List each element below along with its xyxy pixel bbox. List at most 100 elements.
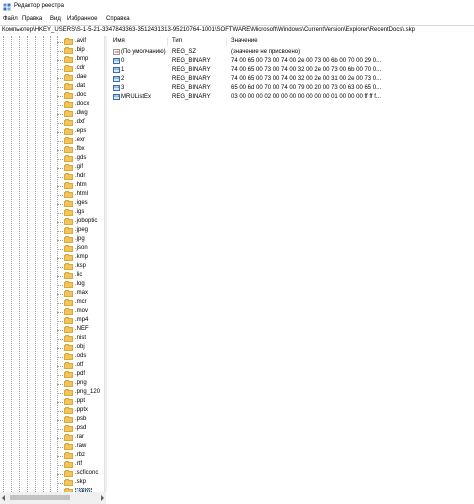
folder-icon <box>64 281 73 288</box>
tree-branch-line <box>57 141 63 142</box>
tree-branch-line <box>57 483 63 484</box>
tree-branch-line <box>57 177 63 178</box>
value-data: 65 00 6d 00 70 00 74 00 79 00 20 00 73 0… <box>231 85 382 91</box>
tree-branch-line <box>57 438 63 439</box>
tree-branch-line <box>57 393 63 394</box>
tree-item-label: .ods <box>75 353 87 359</box>
tree-branch-line <box>57 78 63 79</box>
tree-item-label: .png <box>75 380 87 386</box>
folder-icon <box>64 290 73 297</box>
tree-item-label: .joboptic <box>75 218 98 224</box>
column-separator[interactable] <box>226 38 227 46</box>
tree-item-label: .eps <box>75 128 87 134</box>
tree-item-label: .bip <box>75 47 85 53</box>
tree-branch-line <box>57 339 63 340</box>
tree-branch-line <box>57 150 63 151</box>
folder-icon <box>64 398 73 405</box>
address-path[interactable]: Компьютер\HKEY_USERS\S-1-5-21-3347843363… <box>2 27 415 33</box>
value-row[interactable]: MRUListEx REG_BINARY 03 00 00 00 02 00 00 … <box>107 93 474 102</box>
registry-editor-icon <box>3 3 11 11</box>
tree-branch-line <box>57 366 63 367</box>
folder-icon <box>64 65 73 72</box>
tree-item-label: .rbz <box>75 452 86 458</box>
folder-icon <box>64 452 73 459</box>
value-data: 74 00 65 00 73 00 74 00 32 00 2e 00 73 0… <box>231 67 382 73</box>
scroll-right-icon[interactable] <box>101 495 104 501</box>
registry-tree[interactable]: .avif .bip .bmp .cdr .dae .dat .doc .docx .dwg .d… <box>0 36 104 492</box>
folder-icon <box>64 218 73 225</box>
tree-item-label: .lic <box>75 272 83 278</box>
value-data: 03 00 00 00 02 00 00 00 00 00 00 00 01 0… <box>231 94 381 100</box>
tree-item-label: .nist <box>75 335 87 341</box>
tree-item-label: .dxf <box>75 119 85 125</box>
values-list[interactable]: Имя Тип Значение (По умолчанию) REG_SZ (зн… <box>107 36 474 504</box>
value-row[interactable]: (По умолчанию) REG_SZ (значение не присвое… <box>107 48 474 57</box>
column-header-type[interactable]: Тип <box>172 38 182 44</box>
folder-icon <box>64 362 73 369</box>
menu-file[interactable]: Файл <box>3 16 18 22</box>
scroll-left-icon[interactable] <box>2 495 5 501</box>
menu-help[interactable]: Справка <box>106 16 130 22</box>
tree-branch-line <box>57 429 63 430</box>
tree-item-label: .docx <box>75 101 90 107</box>
menu-edit[interactable]: Правка <box>22 16 42 22</box>
tree-item-label: .png_120 <box>75 389 101 395</box>
binary-value-icon <box>113 76 120 82</box>
tree-branch-line <box>57 213 63 214</box>
value-name: 3 <box>121 85 125 91</box>
tree-branch-line <box>57 186 63 187</box>
tree-branch-line <box>57 312 63 313</box>
tree-item-label: .iges <box>75 200 88 206</box>
value-name: MRUListEx <box>121 94 152 100</box>
tree-guide-line <box>11 36 12 492</box>
tree-item-label: .obj <box>75 344 85 350</box>
value-row[interactable]: 1 REG_BINARY 74 00 65 00 73 00 74 00 32 00… <box>107 66 474 75</box>
tree-item-label: .fbx <box>75 146 85 152</box>
folder-icon <box>64 56 73 63</box>
column-separator[interactable] <box>167 38 168 46</box>
tree-branch-line <box>57 474 63 475</box>
column-header-name[interactable]: Имя <box>113 38 125 44</box>
menu-view[interactable]: Вид <box>50 16 61 22</box>
tree-item-label: .gif <box>75 164 84 170</box>
menu-favorites[interactable]: Избранное <box>67 16 97 22</box>
tree-branch-line <box>57 456 63 457</box>
folder-icon <box>64 326 73 333</box>
title-bar[interactable]: Редактор реестра <box>0 0 474 14</box>
folder-icon <box>64 155 73 162</box>
value-row[interactable]: 2 REG_BINARY 74 00 65 00 73 00 74 00 32 00… <box>107 75 474 84</box>
tree-branch-line <box>57 285 63 286</box>
value-name: 2 <box>121 76 125 82</box>
value-row[interactable]: 3 REG_BINARY 65 00 6d 00 70 00 74 00 79 00… <box>107 84 474 93</box>
binary-value-icon <box>113 94 120 100</box>
tree-branch-line <box>57 402 63 403</box>
folder-icon <box>64 254 73 261</box>
folder-icon <box>64 128 73 135</box>
value-data: (значение не присвоено) <box>231 49 301 55</box>
folder-icon <box>64 389 73 396</box>
scrollbar-thumb[interactable] <box>10 495 70 500</box>
folder-icon <box>64 47 73 54</box>
tree-item-label: .avif <box>75 38 87 44</box>
folder-icon <box>64 245 73 252</box>
tree-branch-line <box>57 168 63 169</box>
folder-icon <box>64 38 73 45</box>
tree-item-label: .jpg <box>75 236 85 242</box>
tree-branch-line <box>57 258 63 259</box>
tree-item-label: .pptx <box>75 407 89 413</box>
value-name: 0 <box>121 58 125 64</box>
folder-icon <box>64 146 73 153</box>
tree-branch-line <box>57 132 63 133</box>
tree-item-label: .cdr <box>75 65 86 71</box>
tree-item-label: .json <box>75 245 88 251</box>
tree-item-label: .hdr <box>75 173 86 179</box>
string-value-icon <box>113 49 120 55</box>
tree-horizontal-scrollbar[interactable] <box>0 492 106 504</box>
column-header-data[interactable]: Значение <box>231 38 258 44</box>
tree-branch-line <box>57 348 63 349</box>
folder-icon <box>64 380 73 387</box>
value-row[interactable]: 0 REG_BINARY 74 00 65 00 73 00 74 00 2e 00… <box>107 57 474 66</box>
tree-item-label: .rtf <box>75 461 82 467</box>
tree-item-label: .mov <box>75 308 89 314</box>
folder-icon <box>64 119 73 126</box>
